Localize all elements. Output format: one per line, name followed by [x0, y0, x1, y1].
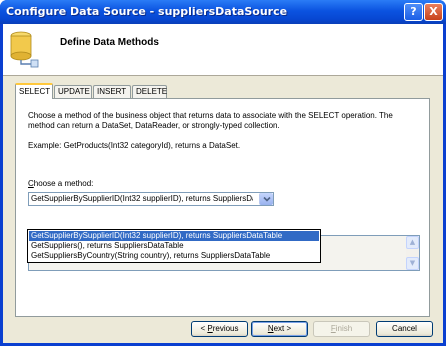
tab-select[interactable]: SELECT	[15, 83, 53, 99]
previous-button[interactable]: < Previous	[191, 321, 248, 337]
scroll-up-button[interactable]: ▲	[406, 236, 419, 249]
dialog-window: Configure Data Source - suppliersDataSou…	[0, 0, 446, 346]
tab-delete[interactable]: DELETE	[132, 85, 167, 98]
choose-label-rest: hoose a method:	[33, 179, 94, 188]
database-icon	[10, 31, 39, 68]
example-text: Example: GetProducts(Int32 categoryId), …	[28, 141, 241, 150]
method-options-list[interactable]: GetSupplierBySupplierID(Int32 supplierID…	[27, 229, 321, 263]
method-dropdown-value: GetSupplierBySupplierID(Int32 supplierID…	[31, 194, 253, 203]
next-rest: ext >	[273, 324, 292, 333]
close-button[interactable]: X	[424, 3, 443, 21]
title-bar[interactable]: Configure Data Source - suppliersDataSou…	[0, 0, 446, 24]
window-title: Configure Data Source - suppliersDataSou…	[6, 5, 288, 18]
wizard-header: Define Data Methods	[3, 24, 443, 76]
page-title: Define Data Methods	[60, 37, 159, 48]
cancel-button[interactable]: Cancel	[376, 321, 433, 337]
tab-update[interactable]: UPDATE	[54, 85, 92, 98]
tab-insert[interactable]: INSERT	[93, 85, 131, 98]
method-dropdown[interactable]: GetSupplierBySupplierID(Int32 supplierID…	[28, 192, 274, 206]
select-tab-panel: Choose a method of the business object t…	[15, 98, 430, 317]
method-option[interactable]: GetSuppliersByCountry(String country), r…	[29, 251, 319, 261]
dialog-body: Define Data Methods SELECT UPDATE INSERT…	[3, 24, 443, 343]
method-option[interactable]: GetSuppliers(), returns SuppliersDataTab…	[29, 241, 319, 251]
next-button[interactable]: Next >	[251, 321, 308, 337]
details-scrollbar[interactable]: ▲ ▼	[406, 236, 419, 270]
arrow-up-icon: ▲	[409, 238, 416, 246]
finish-button[interactable]: Finish	[313, 321, 370, 337]
scroll-down-button[interactable]: ▼	[406, 257, 419, 270]
dropdown-toggle[interactable]	[259, 193, 273, 205]
help-button[interactable]: ?	[404, 3, 423, 21]
method-option[interactable]: GetSupplierBySupplierID(Int32 supplierID…	[29, 231, 319, 241]
close-icon: X	[429, 5, 438, 18]
select-description: Choose a method of the business object t…	[28, 111, 393, 130]
arrow-down-icon: ▼	[409, 259, 416, 267]
chevron-down-icon	[263, 196, 271, 202]
help-icon: ?	[410, 5, 417, 18]
choose-method-label: Choose a method:	[28, 179, 93, 188]
finish-rest: inish	[335, 324, 353, 333]
previous-rest: revious	[212, 324, 239, 333]
